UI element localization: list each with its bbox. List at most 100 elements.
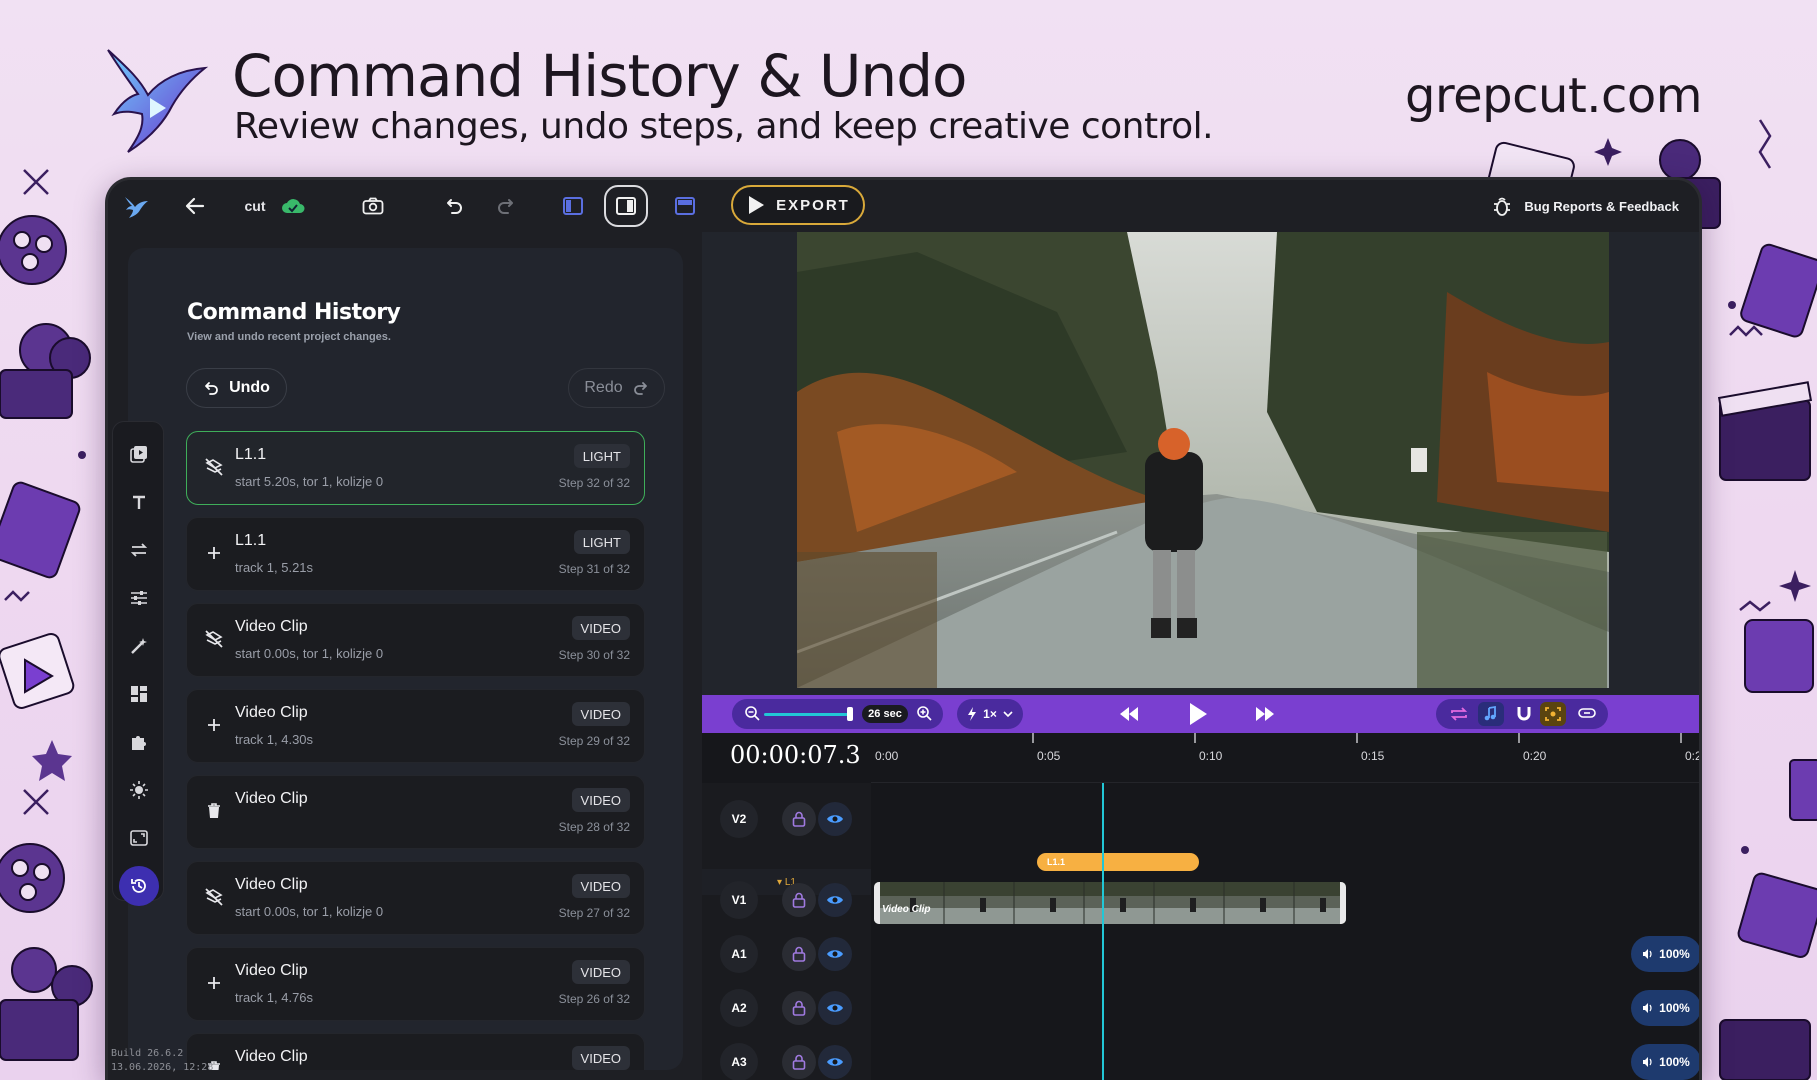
vertical-scrollbar[interactable]	[1699, 783, 1702, 1080]
magic-wand-icon[interactable]	[123, 630, 155, 662]
time-ruler[interactable]: 0:00 0:05 0:10 0:15 0:20 0:2	[871, 733, 1699, 783]
speaker-icon	[1643, 949, 1652, 959]
preview-frame	[797, 232, 1609, 688]
transitions-icon[interactable]	[123, 534, 155, 566]
redo-toolbar-icon[interactable]	[492, 180, 522, 232]
history-item-type-badge: LIGHT	[573, 530, 630, 554]
history-item[interactable]: Video Clip VIDEO Step 28 of 32	[186, 775, 645, 849]
light-clip[interactable]: L1.1	[1037, 853, 1199, 871]
history-item-step: Step 30 of 32	[558, 648, 630, 662]
history-item-step: Step 29 of 32	[558, 734, 630, 748]
history-item[interactable]: Video Clip track 1, 4.76s VIDEO Step 26 of …	[186, 947, 645, 1021]
lightning-icon	[968, 707, 977, 721]
lock-icon[interactable]	[782, 937, 816, 971]
app-window: cut EXPORT Bug Reports & Feedback Comman…	[105, 177, 1702, 1080]
music-note-icon	[1484, 705, 1496, 721]
history-item-title: Video Clip	[235, 962, 308, 979]
history-icon[interactable]	[119, 866, 159, 906]
loop-icon[interactable]	[1450, 706, 1468, 727]
templates-icon[interactable]	[123, 678, 155, 710]
unlink-layers-icon	[201, 626, 227, 652]
focus-toggle[interactable]	[1540, 702, 1566, 726]
bird-logo-icon	[100, 40, 210, 155]
unlink-layers-icon	[201, 454, 227, 480]
history-item-description: start 0.00s, tor 1, kolizje 0	[235, 646, 384, 661]
lock-icon[interactable]	[782, 883, 816, 917]
timecode: 00:00:07.3	[730, 741, 861, 769]
fast-forward-icon[interactable]	[1254, 704, 1276, 729]
back-arrow-icon[interactable]	[180, 180, 210, 232]
history-item-step: Step 28 of 32	[558, 820, 630, 834]
history-item-title: L1.1	[235, 446, 267, 463]
camera-snapshot-icon[interactable]	[356, 180, 390, 232]
export-button[interactable]: EXPORT	[731, 185, 865, 225]
eye-icon[interactable]	[818, 937, 852, 971]
undo-icon	[205, 382, 218, 395]
eye-icon[interactable]	[818, 883, 852, 917]
zoom-slider[interactable]	[764, 713, 848, 716]
brightness-icon[interactable]	[123, 774, 155, 806]
lock-icon[interactable]	[782, 802, 816, 836]
speed-select[interactable]: 1×	[957, 699, 1023, 729]
history-item-type-badge: VIDEO	[571, 960, 630, 984]
undo-button[interactable]: Undo	[186, 368, 287, 408]
tool-sidebar	[112, 421, 164, 906]
video-preview[interactable]	[702, 232, 1699, 695]
zoom-out-icon[interactable]	[744, 705, 760, 726]
adjust-sliders-icon[interactable]	[123, 582, 155, 614]
history-item-step: Step 27 of 32	[558, 906, 630, 920]
history-item-type-badge: VIDEO	[571, 1046, 630, 1070]
plus-icon	[201, 970, 227, 996]
eye-icon[interactable]	[818, 1045, 852, 1079]
media-icon[interactable]	[123, 438, 155, 470]
layout-bottom-panel-icon[interactable]	[668, 180, 702, 232]
play-button[interactable]	[1187, 701, 1209, 732]
app-logo-icon[interactable]	[116, 180, 156, 232]
bug-report-link[interactable]: Bug Reports & Feedback	[1492, 180, 1679, 232]
build-date: 13.06.2026, 12:28	[111, 1062, 214, 1073]
history-item-step: Step 32 of 32	[558, 476, 630, 490]
rewind-icon[interactable]	[1118, 704, 1140, 729]
build-version: Build 26.6.2	[111, 1048, 184, 1059]
bug-report-label: Bug Reports & Feedback	[1524, 198, 1679, 214]
eye-icon[interactable]	[818, 991, 852, 1025]
track-volume-button[interactable]: 100%	[1631, 1044, 1699, 1080]
project-name[interactable]: cut	[240, 180, 270, 232]
bug-icon	[1494, 197, 1511, 216]
lock-icon[interactable]	[782, 1045, 816, 1079]
ruler-mark: 0:20	[1523, 749, 1547, 763]
history-item[interactable]: L1.1 start 5.20s, tor 1, kolizje 0 LIGHT St…	[186, 431, 645, 505]
snap-audio-toggle[interactable]	[1478, 702, 1504, 726]
top-toolbar: cut EXPORT Bug Reports & Feedback	[108, 180, 1699, 232]
history-item[interactable]: Video Clip start 0.00s, tor 1, kolizje 0 V…	[186, 861, 645, 935]
magnet-icon[interactable]	[1516, 705, 1532, 728]
eye-icon[interactable]	[818, 802, 852, 836]
track-volume-button[interactable]: 100%	[1631, 990, 1699, 1026]
history-item[interactable]: Video Clip track 1, 4.30s VIDEO Step 29 of …	[186, 689, 645, 763]
plugins-puzzle-icon[interactable]	[123, 726, 155, 758]
history-item-title: L1.1	[235, 532, 267, 549]
playhead[interactable]	[1102, 783, 1104, 1080]
history-item[interactable]: Video Clip start 0.00s, tor 1, kolizje 0 V…	[186, 603, 645, 677]
page-title: Command History & Undo	[232, 42, 967, 110]
redo-label: Redo	[584, 379, 623, 396]
video-clip[interactable]: Video Clip	[874, 882, 1346, 924]
plus-icon	[201, 540, 227, 566]
track-volume-button[interactable]: 100%	[1631, 936, 1699, 972]
history-item[interactable]: L1.1 track 1, 5.21s LIGHT Step 31 of 32	[186, 517, 645, 591]
link-icon[interactable]	[1578, 706, 1596, 725]
layout-right-panel-icon[interactable]	[609, 180, 643, 232]
history-item[interactable]: Video Clip VIDEO	[186, 1033, 645, 1070]
text-tool-icon[interactable]	[123, 486, 155, 518]
zoom-slider-handle[interactable]	[847, 707, 853, 721]
undo-toolbar-icon[interactable]	[438, 180, 468, 232]
layout-left-panel-icon[interactable]	[556, 180, 590, 232]
panel-subtitle: View and undo recent project changes.	[187, 331, 391, 343]
zoom-in-icon[interactable]	[916, 705, 932, 726]
lock-icon[interactable]	[782, 991, 816, 1025]
aspect-ratio-icon[interactable]	[123, 822, 155, 854]
redo-button[interactable]: Redo	[568, 368, 665, 408]
history-item-description: track 1, 5.21s	[235, 560, 314, 575]
panel-title: Command History	[187, 300, 401, 325]
track-volume-value: 100%	[1659, 1055, 1690, 1069]
